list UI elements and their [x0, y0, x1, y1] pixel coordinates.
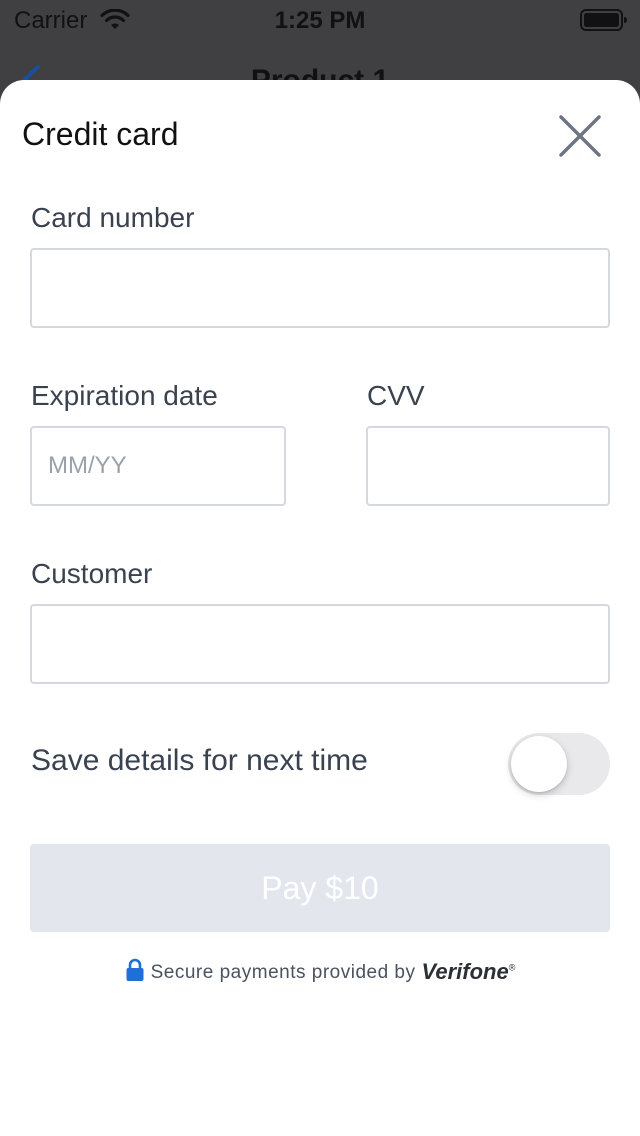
expiration-date-label: Expiration date [31, 380, 218, 411]
status-bar: Carrier 1:25 PM [0, 0, 640, 40]
pay-button[interactable]: Pay $10 [30, 844, 610, 932]
card-number-label: Card number [31, 202, 195, 233]
cvv-label: CVV [367, 380, 425, 411]
customer-input[interactable] [30, 604, 610, 684]
brand-registered-mark: ® [508, 962, 516, 973]
save-details-label: Save details for next time [31, 744, 368, 777]
lock-icon [126, 958, 144, 981]
expiration-date-input[interactable] [30, 426, 286, 506]
close-icon[interactable] [556, 112, 604, 160]
verifone-logo: Verifone® [422, 959, 516, 985]
status-time: 1:25 PM [274, 7, 366, 34]
cvv-input[interactable] [366, 426, 610, 506]
card-number-input[interactable] [30, 248, 610, 328]
battery-icon [580, 9, 627, 31]
brand-name: Verifone [421, 959, 509, 984]
credit-card-sheet: Credit card Card number Expiration date … [0, 80, 640, 1136]
sheet-title: Credit card [22, 116, 179, 152]
customer-label: Customer [31, 558, 153, 589]
secure-payments-text: Secure payments provided by [150, 962, 416, 983]
toggle-knob [511, 736, 567, 792]
secure-payments-row: Secure payments provided by Verifone® [0, 958, 640, 988]
save-details-toggle[interactable] [508, 733, 610, 795]
